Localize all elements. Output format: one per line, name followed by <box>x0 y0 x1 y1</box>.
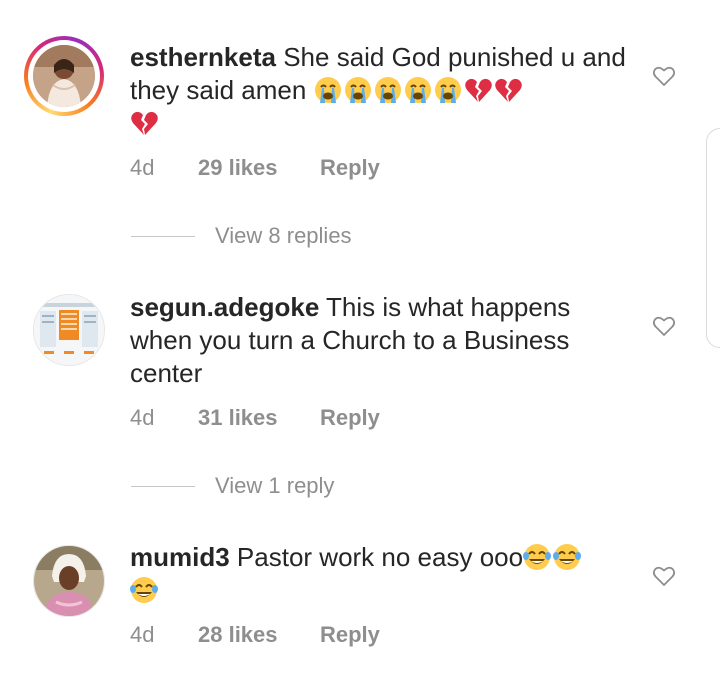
reply-button[interactable]: Reply <box>320 155 380 181</box>
heart-outline-icon[interactable] <box>652 64 676 88</box>
loudly-crying-face-icon <box>434 77 461 103</box>
loudly-crying-face-icon <box>404 77 431 103</box>
loudly-crying-face-icon <box>344 77 371 103</box>
view-replies-button[interactable]: View 1 reply <box>131 473 334 499</box>
comment-timestamp: 4d <box>130 622 155 647</box>
face-with-tears-of-joy-icon <box>130 577 158 603</box>
broken-heart-icon <box>494 78 522 102</box>
view-replies-label: View 1 reply <box>215 473 335 498</box>
broken-heart-icon <box>131 111 158 135</box>
divider-line <box>131 235 195 237</box>
comment-body: mumid3 Pastor work no easy ooo <box>130 541 630 604</box>
comment-username[interactable]: mumid3 <box>130 542 230 572</box>
loudly-crying-face-icon <box>374 77 401 103</box>
avatar <box>33 45 95 107</box>
loudly-crying-face-icon <box>314 77 341 103</box>
heart-outline-icon[interactable] <box>652 314 676 338</box>
comment-timestamp: 4d <box>130 405 155 430</box>
emoji-group <box>130 576 630 604</box>
comment-meta: 4d 31 likes Reply <box>130 405 380 431</box>
like-count[interactable]: 28 likes <box>198 622 320 648</box>
heart-outline-icon[interactable] <box>652 564 676 588</box>
avatar-story-ring[interactable] <box>24 36 104 116</box>
comment-username[interactable]: esthernketa <box>130 42 276 72</box>
comment-username[interactable]: segun.adegoke <box>130 292 319 322</box>
view-replies-button[interactable]: View 8 replies <box>131 223 352 249</box>
comment-meta: 4d 29 likes Reply <box>130 155 380 181</box>
side-panel-edge <box>706 128 720 348</box>
avatar[interactable] <box>33 294 105 366</box>
broken-heart-icon <box>464 78 492 102</box>
emoji-group <box>130 109 630 137</box>
comment-timestamp: 4d <box>130 155 155 180</box>
face-with-tears-of-joy-icon <box>523 544 552 570</box>
view-replies-label: View 8 replies <box>215 223 352 248</box>
comment-body: esthernketa She said God punished u and … <box>130 41 630 137</box>
avatar[interactable] <box>33 545 105 617</box>
emoji-group <box>314 76 522 104</box>
reply-button[interactable]: Reply <box>320 622 380 648</box>
face-with-tears-of-joy-icon <box>553 544 582 570</box>
reply-button[interactable]: Reply <box>320 405 380 431</box>
comment-meta: 4d 28 likes Reply <box>130 622 380 648</box>
like-count[interactable]: 31 likes <box>198 405 320 431</box>
divider-line <box>131 485 195 487</box>
like-count[interactable]: 29 likes <box>198 155 320 181</box>
comment-body: segun.adegoke This is what happens when … <box>130 291 630 390</box>
comment-text: Pastor work no easy ooo <box>236 542 524 572</box>
emoji-group <box>523 543 582 571</box>
